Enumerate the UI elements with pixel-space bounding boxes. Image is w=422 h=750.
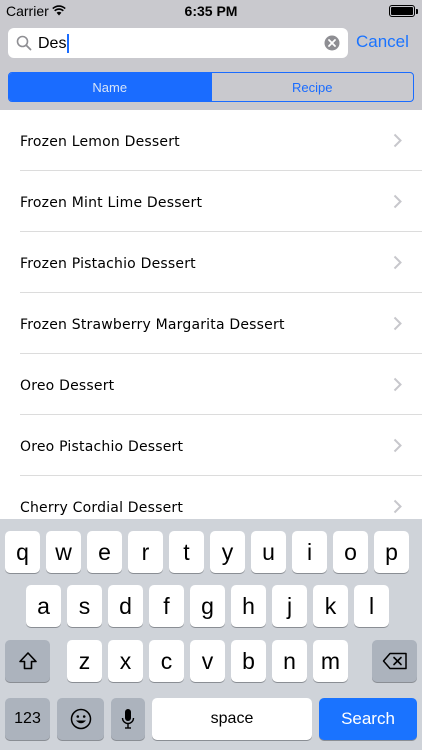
list-item[interactable]: Frozen Lemon Dessert xyxy=(0,110,422,171)
key-l[interactable]: l xyxy=(354,585,389,627)
chevron-right-icon xyxy=(393,316,402,331)
key-c[interactable]: c xyxy=(149,640,184,682)
delete-icon xyxy=(382,652,407,670)
chevron-right-icon xyxy=(393,133,402,148)
chevron-right-icon xyxy=(393,255,402,270)
numbers-key[interactable]: 123 xyxy=(5,698,50,740)
key-p[interactable]: p xyxy=(374,531,409,573)
microphone-icon xyxy=(121,709,135,729)
key-u[interactable]: u xyxy=(251,531,286,573)
search-query-text: Des xyxy=(38,34,70,54)
key-z[interactable]: z xyxy=(67,640,102,682)
list-item[interactable]: Oreo Dessert xyxy=(0,354,422,415)
scope-recipe-tab[interactable]: Recipe xyxy=(210,73,414,101)
list-item-label: Cherry Cordial Dessert xyxy=(20,500,184,516)
results-list: Frozen Lemon Dessert Frozen Mint Lime De… xyxy=(0,110,422,519)
key-n[interactable]: n xyxy=(272,640,307,682)
list-item-label: Frozen Strawberry Margarita Dessert xyxy=(20,317,285,333)
key-r[interactable]: r xyxy=(128,531,163,573)
scope-name-tab[interactable]: Name xyxy=(9,73,211,101)
cancel-button[interactable]: Cancel xyxy=(356,32,409,52)
list-item[interactable]: Frozen Pistachio Dessert xyxy=(0,232,422,293)
clock: 6:35 PM xyxy=(184,3,238,19)
scope-selector: Name Recipe xyxy=(8,72,414,102)
list-item[interactable]: Frozen Strawberry Margarita Dessert xyxy=(0,293,422,354)
search-header: Des Cancel Name Recipe xyxy=(0,22,422,110)
list-item-label: Frozen Lemon Dessert xyxy=(20,134,180,150)
list-item[interactable]: Cherry Cordial Dessert xyxy=(0,476,422,519)
key-x[interactable]: x xyxy=(108,640,143,682)
search-key[interactable]: Search xyxy=(319,698,417,740)
key-w[interactable]: w xyxy=(46,531,81,573)
key-g[interactable]: g xyxy=(190,585,225,627)
chevron-right-icon xyxy=(393,194,402,209)
text-cursor xyxy=(67,34,70,53)
list-item-label: Frozen Pistachio Dessert xyxy=(20,256,196,272)
clear-icon[interactable] xyxy=(324,35,340,51)
key-v[interactable]: v xyxy=(190,640,225,682)
key-b[interactable]: b xyxy=(231,640,266,682)
key-q[interactable]: q xyxy=(5,531,40,573)
list-item[interactable]: Frozen Mint Lime Dessert xyxy=(0,171,422,232)
chevron-right-icon xyxy=(393,377,402,392)
key-d[interactable]: d xyxy=(108,585,143,627)
key-a[interactable]: a xyxy=(26,585,61,627)
list-item-label: Oreo Pistachio Dessert xyxy=(20,439,184,455)
microphone-key[interactable] xyxy=(111,698,145,740)
delete-key[interactable] xyxy=(372,640,417,682)
key-f[interactable]: f xyxy=(149,585,184,627)
key-y[interactable]: y xyxy=(210,531,245,573)
key-s[interactable]: s xyxy=(67,585,102,627)
key-m[interactable]: m xyxy=(313,640,348,682)
list-item-label: Frozen Mint Lime Dessert xyxy=(20,195,203,211)
key-k[interactable]: k xyxy=(313,585,348,627)
emoji-key[interactable] xyxy=(57,698,104,740)
chevron-right-icon xyxy=(393,499,402,514)
key-i[interactable]: i xyxy=(292,531,327,573)
space-key[interactable]: space xyxy=(152,698,312,740)
key-h[interactable]: h xyxy=(231,585,266,627)
battery-icon xyxy=(389,5,418,17)
key-e[interactable]: e xyxy=(87,531,122,573)
key-t[interactable]: t xyxy=(169,531,204,573)
keyboard: q w e r t y u i o p a s d f g h j k l z … xyxy=(0,519,422,750)
list-item-label: Oreo Dessert xyxy=(20,378,115,394)
chevron-right-icon xyxy=(393,438,402,453)
list-item[interactable]: Oreo Pistachio Dessert xyxy=(0,415,422,476)
search-icon xyxy=(16,35,32,51)
status-bar: Carrier 6:35 PM xyxy=(0,0,422,22)
shift-icon xyxy=(18,652,37,670)
key-j[interactable]: j xyxy=(272,585,307,627)
search-input[interactable]: Des xyxy=(8,28,348,58)
key-o[interactable]: o xyxy=(333,531,368,573)
emoji-icon xyxy=(70,708,91,730)
shift-key[interactable] xyxy=(5,640,50,682)
